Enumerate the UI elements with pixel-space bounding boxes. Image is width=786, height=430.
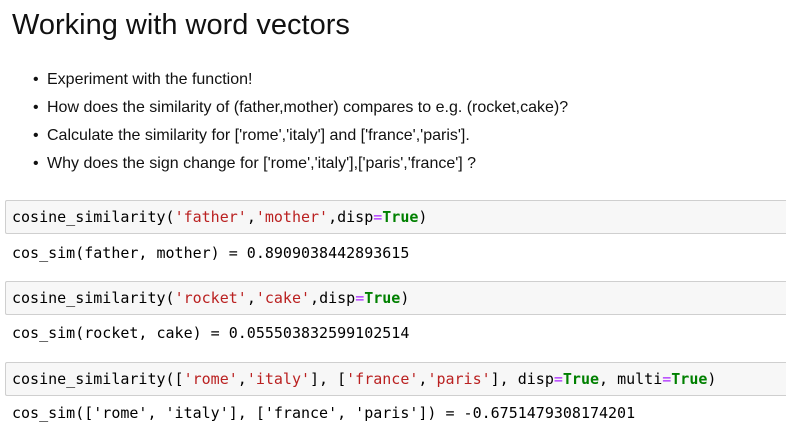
bullet-text: Calculate the similarity for ['rome','it…	[47, 127, 470, 144]
punctuation: )	[400, 289, 410, 307]
bullet-dot: •	[33, 155, 39, 172]
code-line[interactable]: cosine_similarity('rocket','cake',disp=T…	[12, 288, 409, 308]
string-arg: 'paris'	[427, 370, 491, 388]
function-name: cosine_similarity	[12, 370, 166, 388]
operator: =	[355, 289, 365, 307]
string-arg: 'italy'	[246, 370, 311, 388]
string-arg: 'cake'	[255, 289, 311, 307]
punctuation: ,	[310, 289, 320, 307]
cell-output: cos_sim(rocket, cake) = 0.05550383259910…	[12, 324, 410, 342]
punctuation: ],	[490, 370, 518, 388]
bullet-item: • How does the similarity of (father,mot…	[33, 94, 569, 122]
keyword-arg: multi	[617, 370, 663, 388]
keyword-value: True	[382, 208, 419, 226]
bullet-dot: •	[33, 99, 39, 116]
punctuation: ,	[599, 370, 618, 388]
operator: =	[373, 208, 383, 226]
punctuation: ,	[246, 289, 256, 307]
string-arg: 'rome'	[183, 370, 238, 388]
punctuation: ,	[237, 370, 247, 388]
code-line[interactable]: cosine_similarity('father','mother',disp…	[12, 207, 427, 227]
string-arg: 'rocket'	[174, 289, 247, 307]
function-name: cosine_similarity	[12, 208, 166, 226]
punctuation: )	[418, 208, 428, 226]
keyword-value: True	[671, 370, 708, 388]
punctuation: )	[707, 370, 717, 388]
keyword-value: True	[364, 289, 401, 307]
bullet-text: Why does the sign change for ['rome','it…	[47, 155, 477, 172]
bullet-dot: •	[33, 71, 39, 88]
operator: =	[553, 370, 563, 388]
bullet-text: How does the similarity of (father,mothe…	[47, 99, 569, 116]
page-heading: Working with word vectors	[12, 9, 350, 41]
cell-output: cos_sim(['rome', 'italy'], ['france', 'p…	[12, 404, 636, 422]
string-arg: 'father'	[174, 208, 247, 226]
code-line[interactable]: cosine_similarity(['rome','italy'], ['fr…	[12, 369, 716, 389]
keyword-arg: disp	[337, 208, 374, 226]
bullet-text: Experiment with the function!	[47, 71, 253, 88]
bullet-dot: •	[33, 127, 39, 144]
operator: =	[662, 370, 672, 388]
punctuation: (	[165, 289, 175, 307]
keyword-value: True	[562, 370, 600, 388]
keyword-arg: disp	[517, 370, 554, 388]
cell-output: cos_sim(father, mother) = 0.890903844289…	[12, 244, 410, 262]
bullet-list: • Experiment with the function! • How do…	[33, 66, 569, 178]
punctuation: ([	[165, 370, 184, 388]
punctuation: ,	[328, 208, 338, 226]
bullet-item: • Experiment with the function!	[33, 66, 568, 94]
bullet-item: • Why does the sign change for ['rome','…	[33, 150, 568, 178]
keyword-arg: disp	[319, 289, 356, 307]
string-arg: 'france'	[346, 370, 419, 388]
punctuation: (	[165, 208, 175, 226]
punctuation: ], [	[310, 370, 347, 388]
bullet-item: • Calculate the similarity for ['rome','…	[33, 122, 568, 150]
punctuation: ,	[246, 208, 256, 226]
function-name: cosine_similarity	[12, 289, 166, 307]
string-arg: 'mother'	[255, 208, 329, 226]
